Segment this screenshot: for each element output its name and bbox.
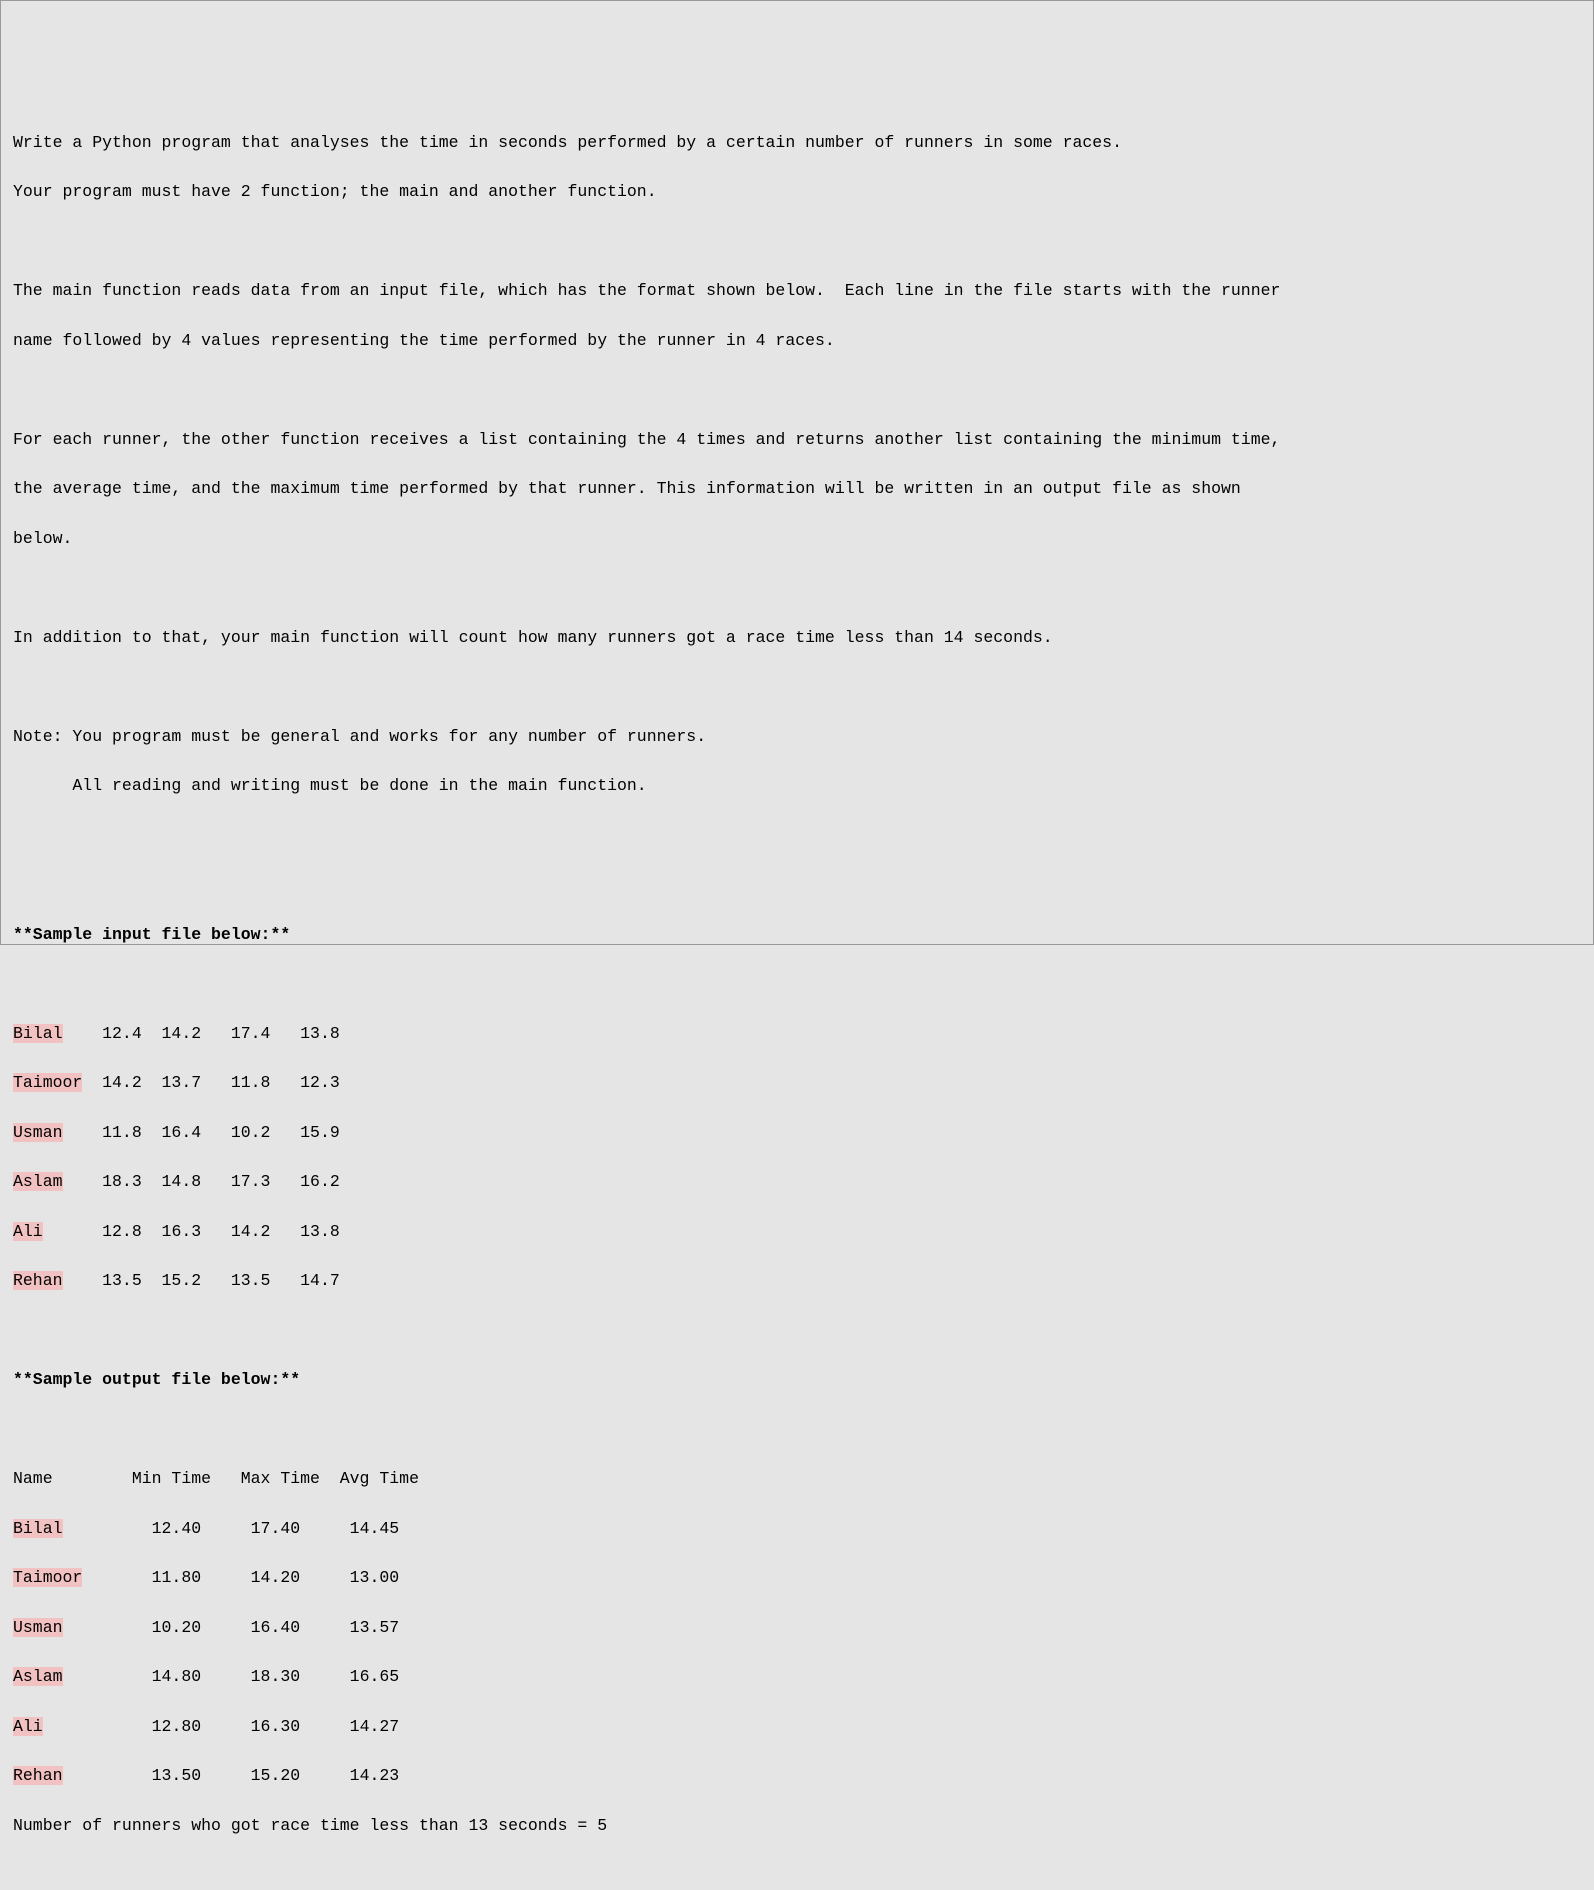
instruction-line: name followed by 4 values representing t… xyxy=(13,329,1581,354)
blank-line xyxy=(13,378,1581,403)
instruction-line: below. xyxy=(13,527,1581,552)
runner-name: Usman xyxy=(13,1123,63,1142)
blank-line xyxy=(13,1418,1581,1443)
output-row: Aslam 14.80 18.30 16.65 xyxy=(13,1665,1581,1690)
runner-name: Taimoor xyxy=(13,1568,82,1587)
note-line: Note: You program must be general and wo… xyxy=(13,725,1581,750)
instruction-line: For each runner, the other function rece… xyxy=(13,428,1581,453)
runner-stats: 14.80 18.30 16.65 xyxy=(63,1667,400,1686)
sample-input-header: **Sample input file below:** xyxy=(13,923,1581,948)
runner-name: Rehan xyxy=(13,1271,63,1290)
output-summary: Number of runners who got race time less… xyxy=(13,1814,1581,1839)
blank-line xyxy=(13,675,1581,700)
document-body: Write a Python program that analyses the… xyxy=(13,106,1581,1863)
runner-times: 14.2 13.7 11.8 12.3 xyxy=(82,1073,339,1092)
output-row: Taimoor 11.80 14.20 13.00 xyxy=(13,1566,1581,1591)
runner-times: 11.8 16.4 10.2 15.9 xyxy=(63,1123,340,1142)
runner-name: Ali xyxy=(13,1717,43,1736)
blank-line xyxy=(13,1319,1581,1344)
note-line: All reading and writing must be done in … xyxy=(13,774,1581,799)
runner-name: Usman xyxy=(13,1618,63,1637)
runner-stats: 12.40 17.40 14.45 xyxy=(63,1519,400,1538)
runner-name: Bilal xyxy=(13,1519,63,1538)
input-row: Usman 11.8 16.4 10.2 15.9 xyxy=(13,1121,1581,1146)
input-row: Taimoor 14.2 13.7 11.8 12.3 xyxy=(13,1071,1581,1096)
runner-name: Ali xyxy=(13,1222,43,1241)
instruction-line: Write a Python program that analyses the… xyxy=(13,131,1581,156)
blank-line xyxy=(13,576,1581,601)
runner-name: Aslam xyxy=(13,1667,63,1686)
output-row: Rehan 13.50 15.20 14.23 xyxy=(13,1764,1581,1789)
instruction-line: the average time, and the maximum time p… xyxy=(13,477,1581,502)
output-row: Usman 10.20 16.40 13.57 xyxy=(13,1616,1581,1641)
instruction-line: Your program must have 2 function; the m… xyxy=(13,180,1581,205)
sample-output-header: **Sample output file below:** xyxy=(13,1368,1581,1393)
runner-stats: 11.80 14.20 13.00 xyxy=(82,1568,399,1587)
output-row: Ali 12.80 16.30 14.27 xyxy=(13,1715,1581,1740)
runner-times: 13.5 15.2 13.5 14.7 xyxy=(63,1271,340,1290)
input-row: Bilal 12.4 14.2 17.4 13.8 xyxy=(13,1022,1581,1047)
instruction-line: The main function reads data from an inp… xyxy=(13,279,1581,304)
blank-line xyxy=(13,230,1581,255)
runner-stats: 10.20 16.40 13.57 xyxy=(63,1618,400,1637)
blank-line xyxy=(13,972,1581,997)
instruction-line: In addition to that, your main function … xyxy=(13,626,1581,651)
runner-stats: 13.50 15.20 14.23 xyxy=(63,1766,400,1785)
runner-stats: 12.80 16.30 14.27 xyxy=(43,1717,399,1736)
blank-line xyxy=(13,824,1581,849)
runner-name: Aslam xyxy=(13,1172,63,1191)
runner-name: Rehan xyxy=(13,1766,63,1785)
input-row: Aslam 18.3 14.8 17.3 16.2 xyxy=(13,1170,1581,1195)
runner-times: 12.8 16.3 14.2 13.8 xyxy=(43,1222,340,1241)
blank-line xyxy=(13,873,1581,898)
output-row: Bilal 12.40 17.40 14.45 xyxy=(13,1517,1581,1542)
output-header-line: Name Min Time Max Time Avg Time xyxy=(13,1467,1581,1492)
runner-times: 18.3 14.8 17.3 16.2 xyxy=(63,1172,340,1191)
runner-name: Taimoor xyxy=(13,1073,82,1092)
input-row: Rehan 13.5 15.2 13.5 14.7 xyxy=(13,1269,1581,1294)
runner-times: 12.4 14.2 17.4 13.8 xyxy=(63,1024,340,1043)
input-row: Ali 12.8 16.3 14.2 13.8 xyxy=(13,1220,1581,1245)
runner-name: Bilal xyxy=(13,1024,63,1043)
